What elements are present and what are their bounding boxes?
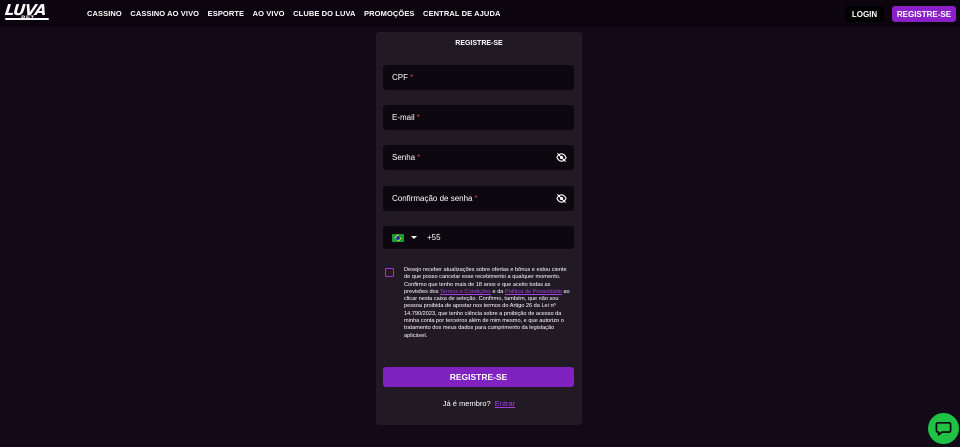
registration-form: REGISTRE-SE CPF * E-mail * Senha * Confi…	[376, 32, 582, 425]
luva-bet-logo[interactable]: LUVA .BET	[4, 1, 49, 25]
register-header-button[interactable]: REGISTRE-SE	[892, 6, 956, 22]
password-label: Senha	[392, 153, 416, 162]
form-title: REGISTRE-SE	[455, 40, 503, 47]
chat-icon	[935, 421, 952, 436]
consent-text-part: e da	[490, 288, 505, 295]
logo-text: LUVA	[4, 1, 48, 19]
eye-off-icon[interactable]	[556, 193, 567, 204]
required-mark: *	[410, 73, 414, 82]
nav-item-esporte[interactable]: ESPORTE	[208, 9, 245, 18]
consent-text-part: ao clicar nesta caixa de seleção. Confir…	[404, 288, 570, 339]
phone-country-code: +55	[427, 233, 441, 242]
nav-item-promocoes[interactable]: PROMOÇÕES	[364, 9, 415, 18]
consent-checkbox[interactable]	[385, 268, 394, 277]
nav-item-central-de-ajuda[interactable]: CENTRAL DE AJUDA	[423, 9, 500, 18]
consent-text: Desejo receber atualizações sobre oferta…	[404, 267, 572, 340]
cpf-label: CPF	[392, 73, 408, 82]
main-nav: CASSINO CASSINO AO VIVO ESPORTE AO VIVO …	[87, 0, 509, 27]
cpf-field[interactable]: CPF *	[383, 65, 574, 90]
brazil-flag-icon[interactable]	[392, 233, 404, 242]
terms-link[interactable]: Termos e Condições	[440, 289, 491, 295]
nav-item-clube-do-luva[interactable]: CLUBE DO LUVA	[293, 9, 355, 18]
eye-off-icon[interactable]	[556, 152, 567, 163]
confirm-password-label: Confirmação de senha	[392, 194, 473, 203]
confirm-password-field[interactable]: Confirmação de senha *	[383, 186, 574, 211]
member-text: Já é membro?	[442, 399, 491, 408]
phone-field[interactable]: +55	[383, 226, 574, 249]
password-field[interactable]: Senha *	[383, 145, 574, 170]
email-field[interactable]: E-mail *	[383, 105, 574, 130]
login-button[interactable]: LOGIN	[845, 6, 884, 22]
nav-item-cassino[interactable]: CASSINO	[87, 9, 122, 18]
email-label: E-mail	[392, 113, 415, 122]
chat-button[interactable]	[928, 413, 959, 444]
nav-item-ao-vivo[interactable]: AO VIVO	[253, 9, 285, 18]
logo-swoosh	[5, 18, 49, 20]
member-prompt: Já é membro? Entrar	[376, 399, 582, 408]
top-navigation-bar: LUVA .BET CASSINO CASSINO AO VIVO ESPORT…	[0, 0, 960, 27]
required-mark: *	[474, 194, 478, 203]
register-submit-button[interactable]: REGISTRE-SE	[383, 367, 574, 387]
login-link[interactable]: Entrar	[495, 399, 515, 408]
chevron-down-icon[interactable]	[411, 236, 417, 239]
privacy-policy-link[interactable]: Política de Privacidade	[505, 289, 562, 295]
nav-item-cassino-ao-vivo[interactable]: CASSINO AO VIVO	[130, 9, 199, 18]
required-mark: *	[416, 113, 420, 122]
required-mark: *	[417, 153, 421, 162]
